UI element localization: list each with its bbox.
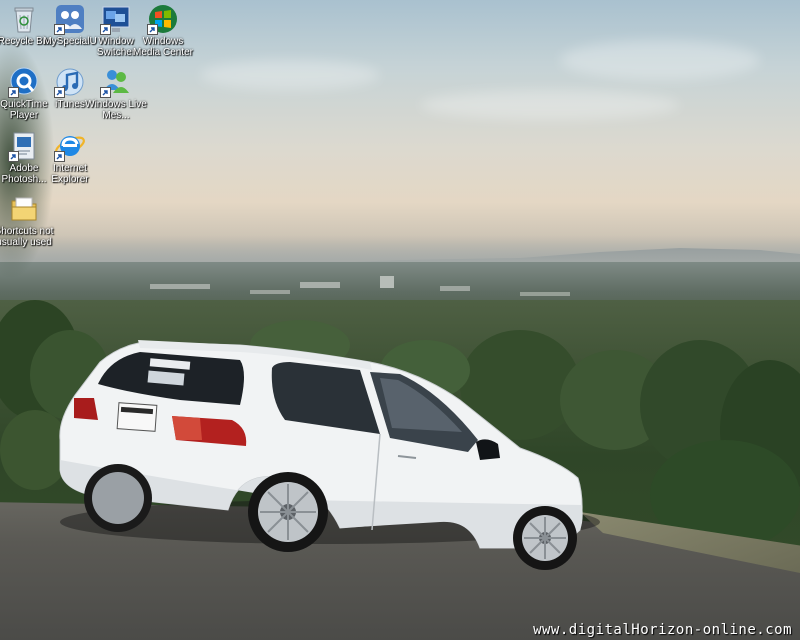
itunes-icon — [54, 66, 86, 98]
shortcut-arrow-icon — [54, 151, 65, 162]
desktop-icon-windows-media-center[interactable]: Windows Media Center — [132, 3, 194, 58]
desktop[interactable]: Recycle Bin MySpecialU Window Switcher W… — [0, 0, 800, 640]
wallpaper-watermark: www.digitalHorizon-online.com — [533, 622, 792, 638]
folder-icon — [8, 193, 40, 225]
windows-media-center-icon — [147, 3, 179, 35]
desktop-icon-shortcuts-folder[interactable]: Shortcuts not usually used — [0, 193, 55, 248]
desktop-icon-label: Shortcuts not usually used — [0, 226, 54, 248]
desktop-icon-internet-explorer[interactable]: Internet Explorer — [39, 130, 101, 185]
desktop-icon-label: Internet Explorer — [51, 163, 89, 185]
myspecialu-icon — [54, 3, 86, 35]
desktop-icon-label: Windows Media Center — [132, 36, 194, 58]
shortcut-arrow-icon — [100, 24, 111, 35]
shortcut-arrow-icon — [54, 87, 65, 98]
shortcut-arrow-icon — [147, 24, 158, 35]
recycle-bin-icon — [8, 3, 40, 35]
shortcut-arrow-icon — [100, 87, 111, 98]
shortcut-arrow-icon — [8, 151, 19, 162]
photoshop-icon — [8, 130, 40, 162]
shortcut-arrow-icon — [54, 24, 65, 35]
window-switcher-icon — [100, 3, 132, 35]
internet-explorer-icon — [54, 130, 86, 162]
shortcut-arrow-icon — [8, 87, 19, 98]
desktop-icon-label: Windows Live Mes... — [85, 99, 147, 121]
windows-live-messenger-icon — [100, 66, 132, 98]
quicktime-icon — [8, 66, 40, 98]
desktop-icon-windows-live-messenger[interactable]: Windows Live Mes... — [85, 66, 147, 121]
